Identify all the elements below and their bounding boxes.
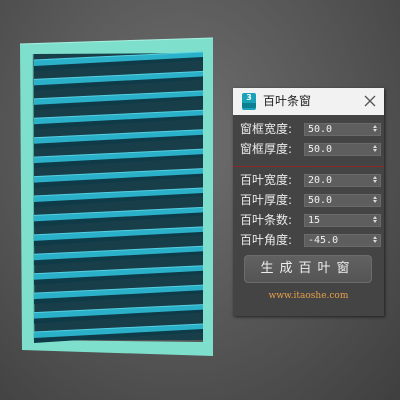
louver-thickness-spinner[interactable]: 50.0 <box>304 194 381 207</box>
frame-thickness-spinner[interactable]: 50.0 <box>304 143 381 156</box>
frame-thickness-value[interactable]: 50.0 <box>308 144 332 155</box>
louver-width-value[interactable]: 20.0 <box>308 175 332 186</box>
louver-angle-label: 百叶角度: <box>240 233 293 247</box>
spinner-arrows-icon[interactable] <box>372 196 378 205</box>
frame-thickness-label: 窗框厚度: <box>240 142 293 156</box>
louver-count-label: 百叶条数: <box>240 213 293 227</box>
spinner-arrows-icon[interactable] <box>372 216 378 225</box>
frame-width-spinner[interactable]: 50.0 <box>304 123 381 136</box>
generate-louver-window-button[interactable]: 生成百叶窗 <box>244 255 372 283</box>
frame-thickness-row: 窗框厚度: 50.0 <box>240 142 381 157</box>
louver-angle-value[interactable]: -45.0 <box>308 235 338 246</box>
app-icon-label: 3 <box>246 93 252 102</box>
louver-width-spinner[interactable]: 20.0 <box>304 174 381 187</box>
louver-count-row: 百叶条数: 15 <box>240 213 381 228</box>
close-button[interactable] <box>362 93 378 109</box>
website-link[interactable]: www.itaoshe.com <box>233 291 384 301</box>
louver-thickness-label: 百叶厚度: <box>240 193 293 207</box>
louver-width-row: 百叶宽度: 20.0 <box>240 173 381 188</box>
louver-count-value[interactable]: 15 <box>308 215 320 226</box>
louver-angle-spinner[interactable]: -45.0 <box>304 234 381 247</box>
louver-window-dialog: 3 百叶条窗 窗框宽度: 50.0 窗框厚度: 50.0 百叶宽度: 20.0 … <box>233 88 384 316</box>
louver-thickness-row: 百叶厚度: 50.0 <box>240 193 381 208</box>
spinner-arrows-icon[interactable] <box>372 236 378 245</box>
louver-count-spinner[interactable]: 15 <box>304 214 381 227</box>
frame-width-value[interactable]: 50.0 <box>308 124 332 135</box>
3dsmax-app-icon: 3 <box>242 93 256 110</box>
spinner-arrows-icon[interactable] <box>372 145 378 154</box>
spinner-arrows-icon[interactable] <box>372 176 378 185</box>
spinner-arrows-icon[interactable] <box>372 125 378 134</box>
louver-thickness-value[interactable]: 50.0 <box>308 195 332 206</box>
dialog-title: 百叶条窗 <box>263 94 312 108</box>
louver-angle-row: 百叶角度: -45.0 <box>240 233 381 248</box>
louver-width-label: 百叶宽度: <box>240 173 293 187</box>
dialog-titlebar[interactable]: 3 百叶条窗 <box>233 88 384 115</box>
louver-window-model[interactable] <box>19 37 214 356</box>
close-icon <box>364 95 376 107</box>
section-divider <box>233 166 384 167</box>
frame-width-row: 窗框宽度: 50.0 <box>240 122 381 137</box>
frame-width-label: 窗框宽度: <box>240 122 293 136</box>
